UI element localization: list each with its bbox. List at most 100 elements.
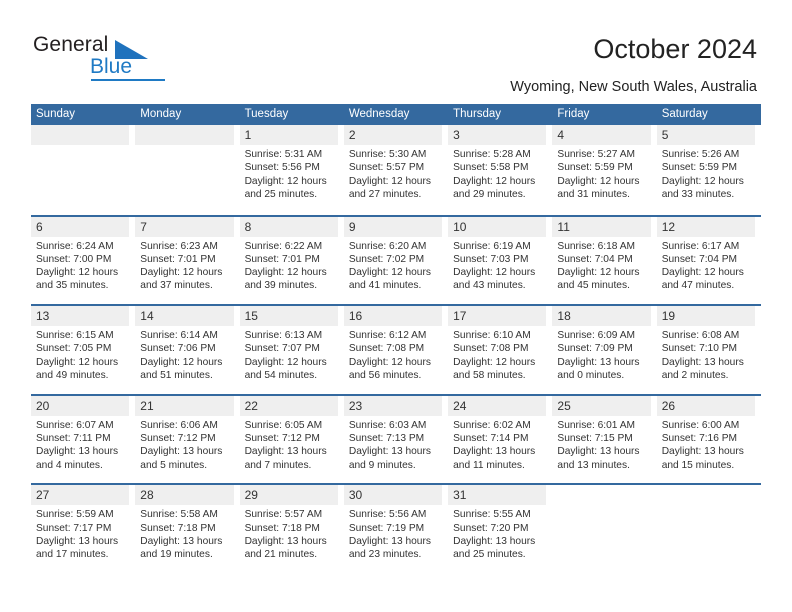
day-number-band: 9 <box>343 216 443 237</box>
calendar-weeks: 1 Sunrise: 5:31 AM Sunset: 5:56 PM Daylight… <box>31 125 761 573</box>
calendar-day-cell-29[interactable]: 29 Sunrise: 5:57 AM Sunset: 7:18 PM Dayligh… <box>239 485 344 573</box>
daylight-text-line1: Daylight: 12 hours <box>661 267 744 279</box>
calendar-day-cell-1[interactable]: 1 Sunrise: 5:31 AM Sunset: 5:56 PM Daylight… <box>239 125 344 215</box>
sunrise-text: Sunrise: 6:15 AM <box>36 330 114 342</box>
day-number-band: 12 <box>656 216 755 237</box>
day-sun-info: Sunrise: 5:27 AM Sunset: 5:59 PM Daylight:… <box>552 145 652 201</box>
day-number-band: 20 <box>31 395 130 416</box>
calendar-day-cell-11[interactable]: 11 Sunrise: 6:18 AM Sunset: 7:04 PM Dayligh… <box>552 216 657 305</box>
sunrise-text: Sunrise: 5:55 AM <box>453 509 531 521</box>
sunset-text: Sunset: 7:15 PM <box>557 433 633 445</box>
logo-text-general: General <box>33 33 109 56</box>
daylight-text-line1: Daylight: 12 hours <box>36 267 119 279</box>
day-number: 17 <box>453 309 467 324</box>
calendar-day-cell-14[interactable]: 14 Sunrise: 6:14 AM Sunset: 7:06 PM Dayligh… <box>135 306 240 394</box>
calendar-day-cell-23[interactable]: 23 Sunrise: 6:03 AM Sunset: 7:13 PM Dayligh… <box>343 395 449 484</box>
daylight-text-line1: Daylight: 12 hours <box>453 175 536 187</box>
daylight-text-line1: Daylight: 12 hours <box>348 267 431 279</box>
calendar-day-cell-25[interactable]: 25 Sunrise: 6:01 AM Sunset: 7:15 PM Dayligh… <box>552 395 657 484</box>
daylight-text-line1: Daylight: 12 hours <box>557 267 640 279</box>
sunset-text: Sunset: 7:02 PM <box>348 253 425 265</box>
day-number: 13 <box>36 309 50 324</box>
daylight-text-line1: Daylight: 12 hours <box>661 175 744 187</box>
sunrise-text: Sunrise: 6:20 AM <box>348 240 427 252</box>
calendar-day-cell-6[interactable]: 6 Sunrise: 6:24 AM Sunset: 7:00 PM Daylight… <box>31 216 136 305</box>
calendar-day-cell-28[interactable]: 28 Sunrise: 5:58 AM Sunset: 7:18 PM Dayligh… <box>135 485 240 573</box>
calendar-day-cell-30[interactable]: 30 Sunrise: 5:56 AM Sunset: 7:19 PM Dayligh… <box>343 485 449 573</box>
day-number-band: 18 <box>552 306 651 327</box>
sunset-text: Sunset: 7:16 PM <box>661 433 738 445</box>
sunrise-text: Sunrise: 5:28 AM <box>453 149 531 160</box>
day-number: 29 <box>244 488 258 503</box>
daylight-text-line2: and 47 minutes. <box>661 280 735 292</box>
day-number: 7 <box>140 219 147 234</box>
day-sun-info: Sunrise: 6:20 AM Sunset: 7:02 PM Daylight:… <box>344 237 444 293</box>
page-title: October 2024 <box>593 34 757 64</box>
day-sun-info: Sunrise: 6:18 AM Sunset: 7:04 PM Daylight:… <box>552 237 652 293</box>
calendar-day-cell-22[interactable]: 22 Sunrise: 6:05 AM Sunset: 7:12 PM Dayligh… <box>239 395 344 484</box>
sunset-text: Sunset: 7:12 PM <box>140 433 216 445</box>
calendar-day-cell-31[interactable]: 31 Sunrise: 5:55 AM Sunset: 7:20 PM Dayligh… <box>448 485 553 573</box>
day-number: 25 <box>557 398 571 413</box>
sunrise-text: Sunrise: 6:22 AM <box>244 240 323 252</box>
sunset-text: Sunset: 7:11 PM <box>36 433 111 445</box>
calendar-day-cell-24[interactable]: 24 Sunrise: 6:02 AM Sunset: 7:14 PM Dayligh… <box>448 395 553 484</box>
sunrise-text: Sunrise: 6:02 AM <box>453 419 531 431</box>
day-number-band: 30 <box>343 485 443 506</box>
calendar-day-cell-12[interactable]: 12 Sunrise: 6:17 AM Sunset: 7:04 PM Dayligh… <box>656 216 761 305</box>
sunrise-text: Sunrise: 6:03 AM <box>348 419 427 431</box>
daylight-text-line2: and 25 minutes. <box>453 549 526 561</box>
sunset-text: Sunset: 7:18 PM <box>140 522 216 534</box>
sunrise-text: Sunrise: 6:10 AM <box>453 330 531 342</box>
sunset-text: Sunset: 7:08 PM <box>348 343 425 355</box>
day-number-band <box>135 125 234 145</box>
calendar-day-cell-7[interactable]: 7 Sunrise: 6:23 AM Sunset: 7:01 PM Daylight… <box>135 216 240 305</box>
calendar-day-cell-2[interactable]: 2 Sunrise: 5:30 AM Sunset: 5:57 PM Daylight… <box>343 125 449 215</box>
daylight-text-line1: Daylight: 12 hours <box>348 356 431 368</box>
calendar-day-cell-26[interactable]: 26 Sunrise: 6:00 AM Sunset: 7:16 PM Dayligh… <box>656 395 761 484</box>
daylight-text-line2: and 27 minutes. <box>348 188 422 200</box>
day-number: 22 <box>244 398 258 413</box>
sunrise-text: Sunrise: 5:57 AM <box>244 509 323 521</box>
calendar-day-cell-9[interactable]: 9 Sunrise: 6:20 AM Sunset: 7:02 PM Daylight… <box>343 216 449 305</box>
day-sun-info: Sunrise: 6:19 AM Sunset: 7:03 PM Daylight:… <box>448 237 548 293</box>
sunset-text: Sunset: 5:57 PM <box>348 162 425 174</box>
daylight-text-line1: Daylight: 12 hours <box>244 175 327 187</box>
calendar-day-cell-27[interactable]: 27 Sunrise: 5:59 AM Sunset: 7:17 PM Dayligh… <box>31 485 136 573</box>
calendar-day-cell-18[interactable]: 18 Sunrise: 6:09 AM Sunset: 7:09 PM Dayligh… <box>552 306 657 394</box>
calendar-day-cell-8[interactable]: 8 Sunrise: 6:22 AM Sunset: 7:01 PM Daylight… <box>239 216 344 305</box>
day-number: 15 <box>244 309 258 324</box>
sunset-text: Sunset: 7:18 PM <box>244 522 320 534</box>
sunrise-text: Sunrise: 5:30 AM <box>348 149 427 160</box>
calendar-day-cell-19[interactable]: 19 Sunrise: 6:08 AM Sunset: 7:10 PM Dayligh… <box>656 306 761 394</box>
day-number-band <box>552 485 650 505</box>
day-sun-info: Sunrise: 6:02 AM Sunset: 7:14 PM Daylight:… <box>448 416 548 472</box>
calendar-day-cell-21[interactable]: 21 Sunrise: 6:06 AM Sunset: 7:12 PM Dayligh… <box>135 395 240 484</box>
day-number: 6 <box>36 219 43 234</box>
calendar-day-cell-10[interactable]: 10 Sunrise: 6:19 AM Sunset: 7:03 PM Dayligh… <box>448 216 553 305</box>
day-sun-info: Sunrise: 6:23 AM Sunset: 7:01 PM Daylight:… <box>135 237 235 293</box>
general-blue-logo: General Blue <box>33 33 168 81</box>
daylight-text-line1: Daylight: 13 hours <box>36 446 119 458</box>
sunset-text: Sunset: 7:14 PM <box>453 433 529 445</box>
day-sun-info: Sunrise: 5:26 AM Sunset: 5:59 PM Daylight:… <box>657 145 757 201</box>
daylight-text-line1: Daylight: 13 hours <box>661 446 744 458</box>
calendar-day-cell-13[interactable]: 13 Sunrise: 6:15 AM Sunset: 7:05 PM Dayligh… <box>31 306 136 394</box>
calendar-day-cell-4[interactable]: 4 Sunrise: 5:27 AM Sunset: 5:59 PM Daylight… <box>552 125 657 215</box>
calendar-day-cell-16[interactable]: 16 Sunrise: 6:12 AM Sunset: 7:08 PM Dayligh… <box>343 306 449 394</box>
daylight-text-line2: and 0 minutes. <box>557 370 625 382</box>
calendar-day-cell-17[interactable]: 17 Sunrise: 6:10 AM Sunset: 7:08 PM Dayligh… <box>448 306 553 394</box>
calendar-day-cell-20[interactable]: 20 Sunrise: 6:07 AM Sunset: 7:11 PM Dayligh… <box>31 395 136 484</box>
calendar-day-cell-5[interactable]: 5 Sunrise: 5:26 AM Sunset: 5:59 PM Daylight… <box>656 125 761 215</box>
calendar-day-cell-15[interactable]: 15 Sunrise: 6:13 AM Sunset: 7:07 PM Dayligh… <box>239 306 344 394</box>
sunrise-text: Sunrise: 6:19 AM <box>453 240 531 252</box>
day-sun-info: Sunrise: 6:15 AM Sunset: 7:05 PM Daylight:… <box>31 326 131 382</box>
day-sun-info: Sunrise: 5:55 AM Sunset: 7:20 PM Daylight:… <box>448 505 548 561</box>
weekday-header-sunday: Sunday <box>36 108 76 120</box>
calendar-day-cell-3[interactable]: 3 Sunrise: 5:28 AM Sunset: 5:58 PM Daylight… <box>448 125 553 215</box>
weekday-header-tuesday: Tuesday <box>244 108 289 120</box>
daylight-text-line1: Daylight: 12 hours <box>244 267 327 279</box>
sunrise-text: Sunrise: 6:18 AM <box>557 240 635 252</box>
sunset-text: Sunset: 7:03 PM <box>453 253 529 265</box>
day-sun-info: Sunrise: 6:22 AM Sunset: 7:01 PM Daylight:… <box>240 237 340 293</box>
